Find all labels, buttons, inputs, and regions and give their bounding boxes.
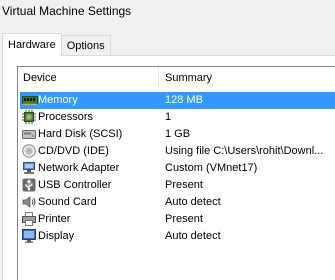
device-row-memory[interactable]: Memory 128 MB (20, 92, 335, 109)
device-summary: 1 (165, 111, 172, 123)
device-row-printer[interactable]: Printer Present (20, 211, 335, 228)
device-summary: Using file C:\Users\rohit\Downl... (165, 145, 324, 157)
device-row-usb-controller[interactable]: USB Controller Present (20, 177, 335, 194)
list-header: Device Summary (18, 67, 335, 89)
memory-icon (22, 93, 38, 107)
device-name: CD/DVD (IDE) (38, 145, 109, 157)
device-row-sound-card[interactable]: Sound Card Auto detect (20, 194, 335, 211)
printer-icon (22, 212, 36, 226)
device-name: Hard Disk (SCSI) (38, 128, 123, 140)
device-row-hard-disk[interactable]: Hard Disk (SCSI) 1 GB (20, 126, 335, 143)
device-name: USB Controller (38, 179, 112, 191)
window-title: Virtual Machine Settings (2, 4, 132, 18)
monitor-icon (22, 229, 36, 243)
speaker-icon (22, 195, 36, 209)
hardware-panel: Device Summary Memory 128 MB Processors … (2, 55, 335, 280)
device-summary: Auto detect (165, 230, 221, 242)
device-summary: 128 MB (165, 94, 203, 106)
processor-icon (22, 110, 36, 124)
tab-strip: Hardware Options (2, 33, 111, 56)
device-summary: Auto detect (165, 196, 221, 208)
device-name: Network Adapter (38, 162, 120, 174)
network-adapter-icon (22, 161, 36, 175)
column-header-summary[interactable]: Summary (165, 72, 212, 84)
device-list[interactable]: Device Summary Memory 128 MB Processors … (17, 66, 335, 280)
device-name: Display (38, 230, 75, 242)
tab-options[interactable]: Options (60, 35, 111, 55)
device-summary: Present (165, 179, 203, 191)
usb-icon (22, 178, 36, 192)
hard-disk-icon (22, 127, 36, 141)
device-row-processors[interactable]: Processors 1 (20, 109, 335, 126)
column-divider[interactable] (158, 67, 159, 89)
device-row-display[interactable]: Display Auto detect (20, 228, 335, 245)
device-row-network-adapter[interactable]: Network Adapter Custom (VMnet17) (20, 160, 335, 177)
device-name: Sound Card (38, 196, 97, 208)
device-name: Printer (38, 213, 71, 225)
device-name: Memory (38, 94, 78, 106)
device-row-cd-dvd[interactable]: CD/DVD (IDE) Using file C:\Users\rohit\D… (20, 143, 335, 160)
tab-hardware[interactable]: Hardware (2, 33, 62, 56)
cd-dvd-icon (22, 144, 36, 158)
device-name: Processors (38, 111, 94, 123)
column-header-device[interactable]: Device (23, 72, 57, 84)
device-summary: Custom (VMnet17) (165, 162, 258, 174)
device-summary: Present (165, 213, 203, 225)
device-summary: 1 GB (165, 128, 191, 140)
